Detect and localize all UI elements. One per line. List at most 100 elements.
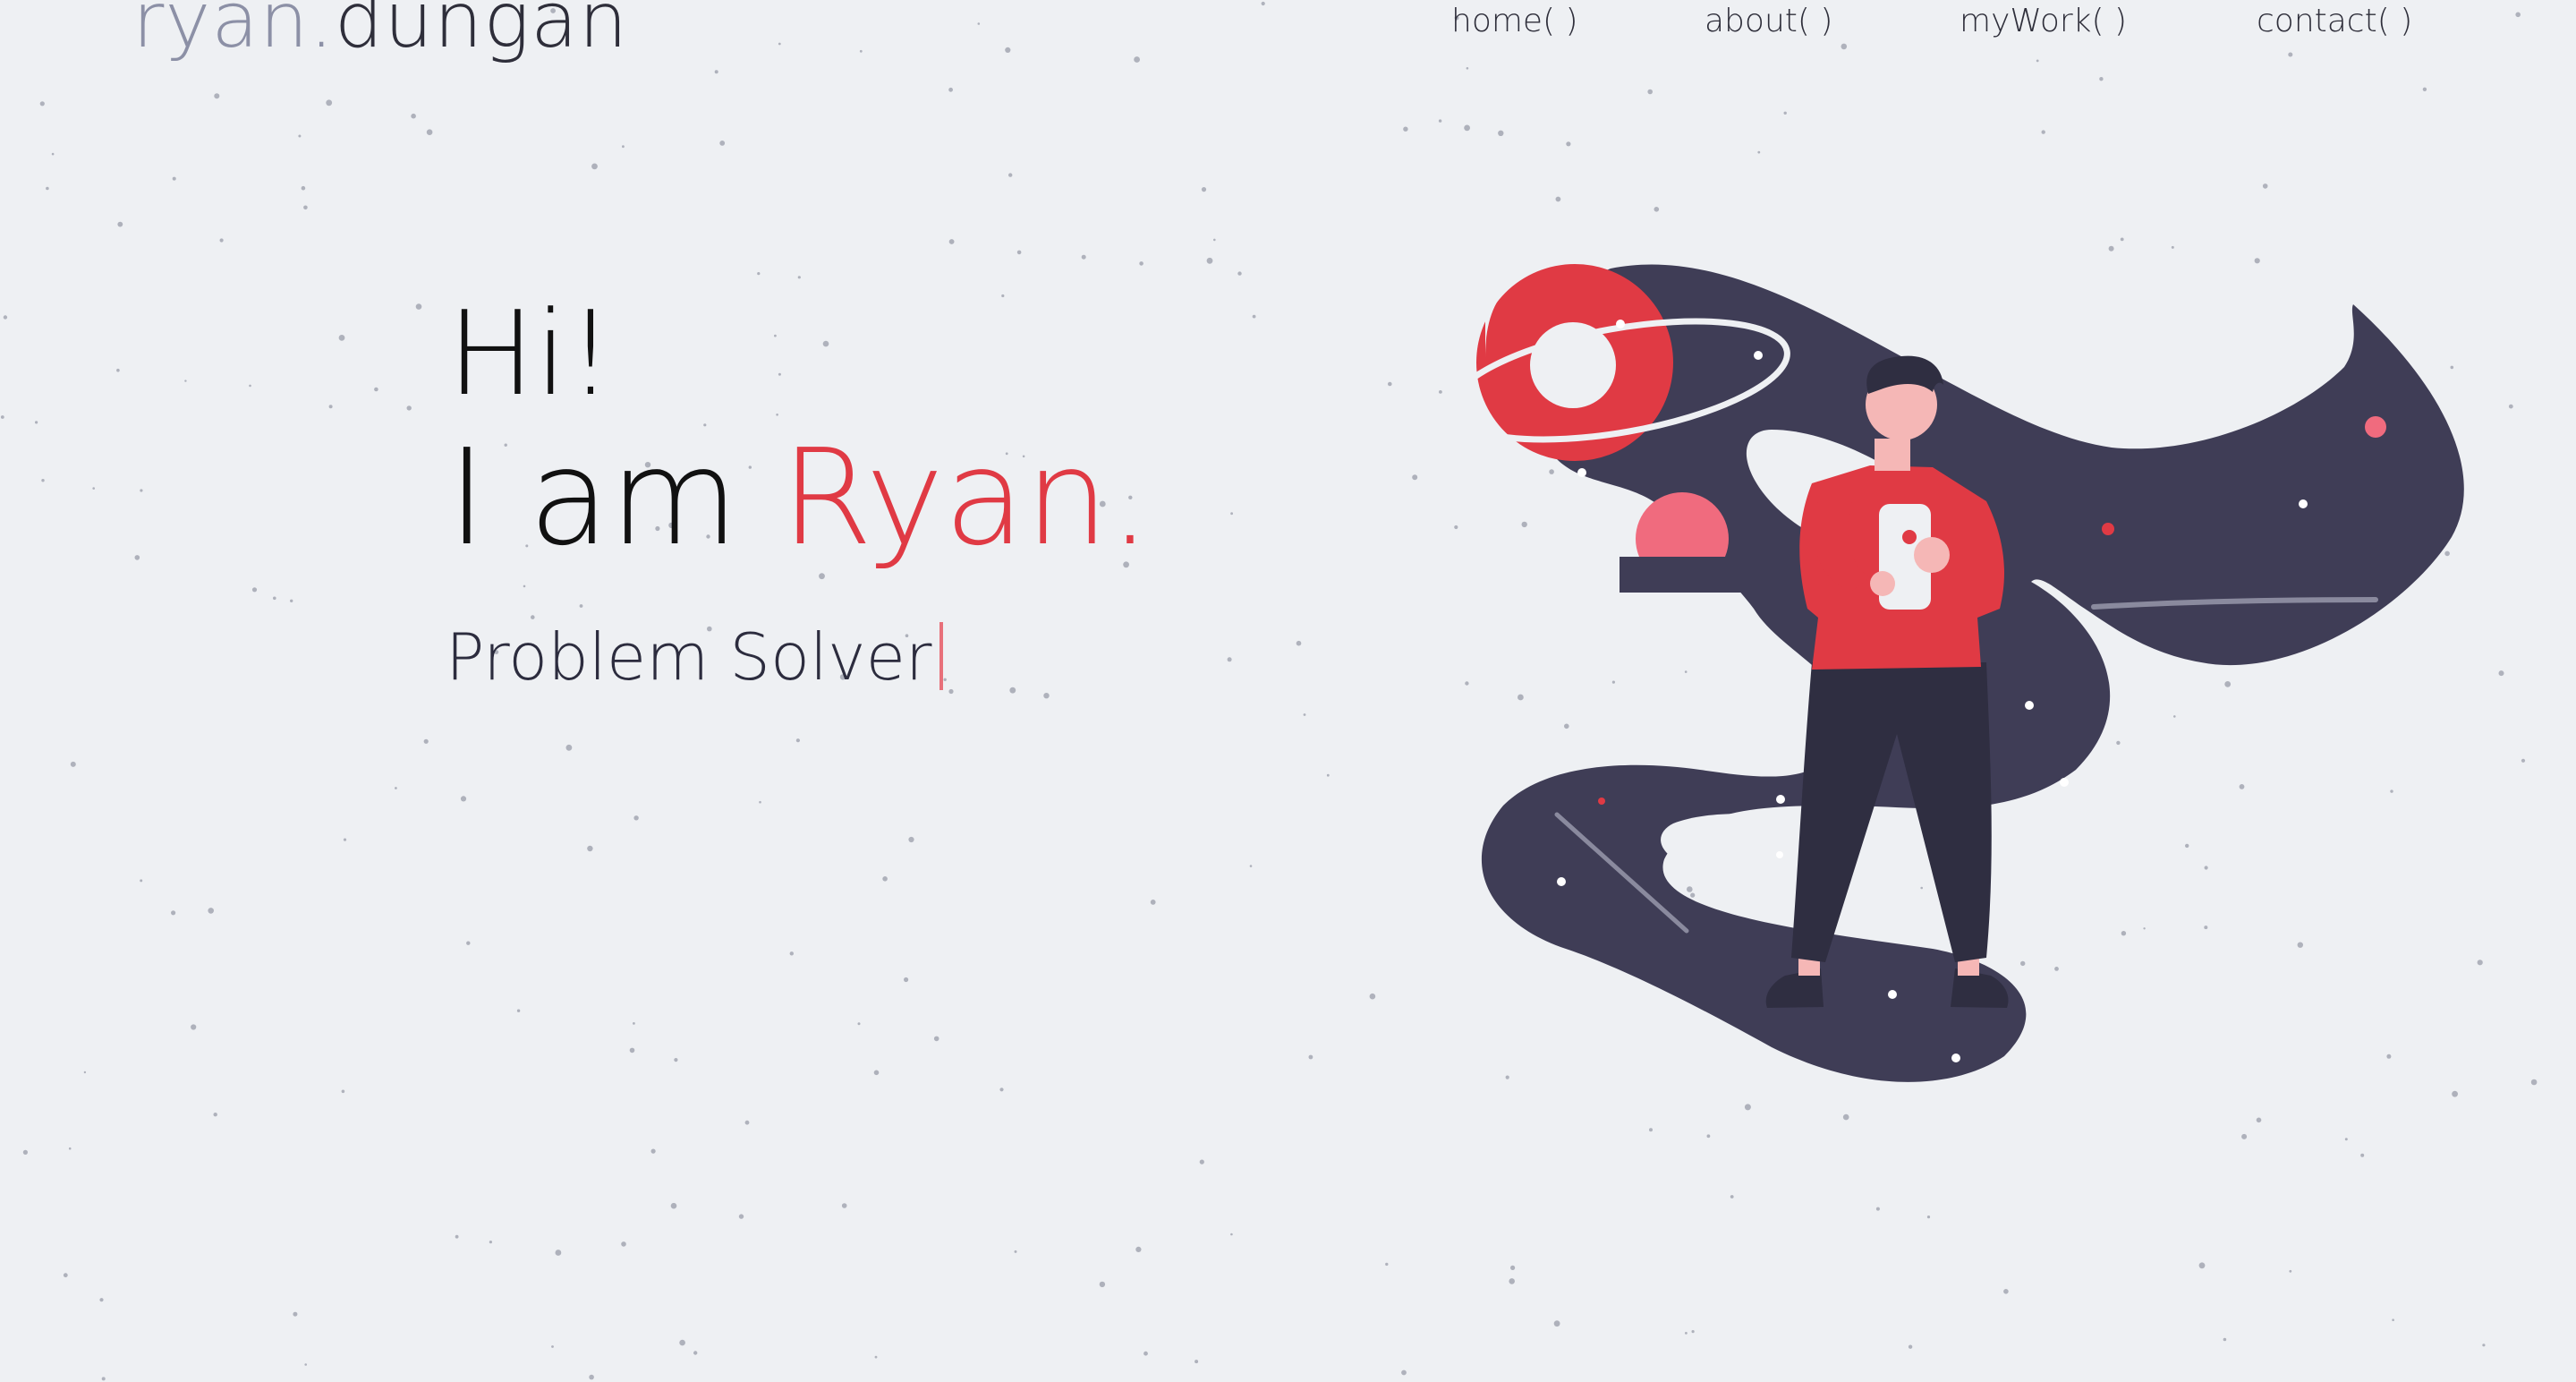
background-star bbox=[395, 787, 397, 789]
background-star bbox=[116, 368, 120, 372]
background-star bbox=[249, 384, 251, 388]
background-star bbox=[516, 1009, 521, 1012]
background-star bbox=[977, 22, 981, 25]
background-star bbox=[2515, 12, 2521, 18]
background-star bbox=[1553, 1320, 1560, 1327]
background-star bbox=[1783, 111, 1787, 115]
background-star bbox=[621, 1241, 626, 1247]
background-star bbox=[172, 176, 176, 181]
background-star bbox=[298, 134, 302, 138]
background-star bbox=[2241, 1133, 2248, 1139]
background-star bbox=[714, 70, 718, 74]
background-star bbox=[343, 838, 347, 841]
background-star bbox=[873, 1070, 880, 1076]
background-star bbox=[841, 1203, 847, 1208]
background-star bbox=[1326, 773, 1330, 777]
background-star bbox=[795, 738, 801, 743]
hero-intro: I am Ryan. bbox=[447, 431, 1342, 564]
background-star bbox=[629, 1047, 635, 1054]
background-star bbox=[273, 596, 276, 601]
background-star bbox=[2422, 87, 2427, 92]
background-star bbox=[555, 1250, 562, 1256]
background-star bbox=[789, 951, 794, 956]
nav-about-link[interactable]: about( ) bbox=[1705, 2, 1832, 41]
background-star bbox=[2344, 1138, 2348, 1141]
background-star bbox=[1685, 1332, 1688, 1335]
background-star bbox=[1566, 141, 1571, 147]
background-star bbox=[679, 1339, 685, 1346]
logo-first-name: ryan. bbox=[132, 0, 335, 65]
background-star bbox=[1842, 1113, 1849, 1121]
background-star bbox=[2289, 1269, 2292, 1273]
page: ryan.dungan home( ) about( ) myWork( ) c… bbox=[0, 0, 2576, 1382]
background-star bbox=[341, 1089, 345, 1094]
background-star bbox=[41, 479, 45, 482]
background-star bbox=[1081, 254, 1086, 260]
background-star bbox=[1194, 1360, 1199, 1364]
background-star bbox=[2498, 670, 2504, 677]
background-star bbox=[1412, 474, 1418, 481]
background-star bbox=[2482, 1344, 2486, 1347]
background-star bbox=[1464, 124, 1470, 132]
background-star bbox=[1510, 1265, 1516, 1270]
background-star bbox=[1385, 1262, 1389, 1267]
background-star bbox=[1649, 1128, 1653, 1132]
background-star bbox=[1261, 1, 1265, 6]
background-star bbox=[326, 99, 333, 107]
background-star bbox=[1099, 1281, 1106, 1288]
nav-mywork-link[interactable]: myWork( ) bbox=[1960, 2, 2127, 41]
background-star bbox=[1757, 150, 1761, 154]
background-star bbox=[411, 113, 416, 119]
site-logo[interactable]: ryan.dungan bbox=[132, 0, 628, 59]
background-star bbox=[423, 738, 429, 744]
background-star bbox=[1706, 1134, 1711, 1139]
background-star bbox=[2041, 130, 2045, 134]
logo-last-name: dungan bbox=[334, 0, 629, 65]
hero-role-text: Problem Solver bbox=[446, 619, 932, 695]
background-star bbox=[171, 910, 176, 916]
background-star bbox=[2223, 1337, 2227, 1342]
background-star bbox=[46, 186, 49, 191]
background-star bbox=[304, 1363, 308, 1366]
nav-home-link[interactable]: home( ) bbox=[1451, 2, 1578, 41]
background-star bbox=[134, 555, 140, 560]
background-star bbox=[1016, 250, 1022, 255]
background-star bbox=[2288, 52, 2293, 57]
background-star bbox=[117, 221, 123, 227]
background-star bbox=[63, 1273, 68, 1278]
background-star bbox=[670, 1202, 677, 1209]
background-star bbox=[140, 879, 143, 883]
background-star bbox=[1466, 67, 1469, 70]
background-star bbox=[1249, 865, 1253, 867]
background-star bbox=[633, 815, 639, 821]
background-star bbox=[1143, 1351, 1148, 1356]
background-star bbox=[184, 380, 187, 382]
background-star bbox=[466, 941, 471, 945]
background-star bbox=[70, 761, 76, 767]
background-star bbox=[374, 387, 378, 392]
background-star bbox=[2508, 404, 2513, 409]
background-star bbox=[882, 876, 888, 882]
background-star bbox=[2360, 1153, 2365, 1157]
nav-contact-link[interactable]: contact( ) bbox=[2257, 2, 2412, 41]
background-star bbox=[2003, 1289, 2009, 1294]
background-star bbox=[933, 1036, 939, 1042]
background-star bbox=[140, 489, 143, 492]
background-star bbox=[489, 1241, 493, 1244]
background-star bbox=[948, 87, 953, 92]
background-star bbox=[778, 42, 781, 46]
background-star bbox=[213, 1113, 217, 1117]
background-star bbox=[1005, 47, 1011, 54]
background-star bbox=[757, 272, 761, 276]
background-star bbox=[2530, 1079, 2538, 1086]
background-star bbox=[415, 303, 422, 310]
background-star bbox=[904, 977, 909, 983]
background-star bbox=[565, 744, 573, 751]
background-star bbox=[293, 1311, 298, 1317]
background-star bbox=[1730, 1195, 1734, 1199]
background-star bbox=[1139, 261, 1143, 266]
background-star bbox=[1388, 381, 1392, 387]
background-star bbox=[1201, 187, 1207, 192]
background-star bbox=[338, 335, 345, 341]
background-star bbox=[1230, 1233, 1233, 1236]
